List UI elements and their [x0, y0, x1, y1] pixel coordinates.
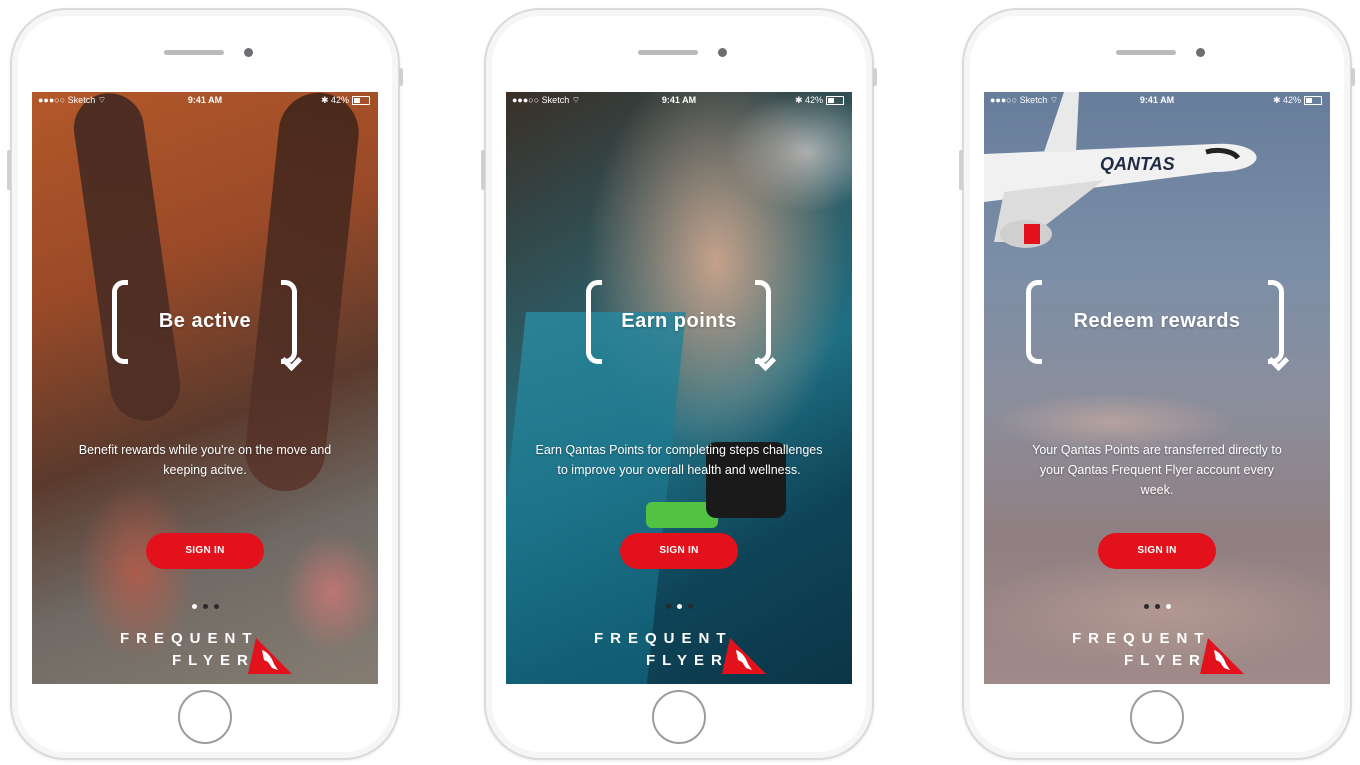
page-dot-3[interactable] — [213, 604, 219, 609]
phone-2-camera — [718, 48, 727, 57]
sign-in-button[interactable]: SIGN IN — [620, 533, 738, 569]
page-indicator[interactable] — [506, 596, 852, 614]
phone-1-volume-button — [7, 150, 11, 190]
phone-2-device: ●●●○○ Sketch ⌔ 9:41 AM ✱ 42% Earn points… — [481, 8, 877, 760]
logo-line-frequent: FREQUENT — [1072, 630, 1211, 647]
kangaroo-logo-icon — [722, 638, 766, 674]
page-dot-2[interactable] — [202, 604, 208, 609]
battery-icon — [826, 96, 844, 106]
battery-icon — [1304, 96, 1322, 106]
onboarding-description: Benefit rewards while you're on the move… — [78, 443, 332, 477]
page-dot-1[interactable] — [1143, 604, 1149, 609]
phone-2-speaker — [638, 50, 698, 55]
phone-2-volume-button — [481, 150, 485, 190]
logo-line-flyer: FLYER — [172, 652, 255, 669]
qantas-aircraft-image: QANTAS — [984, 92, 1257, 248]
page-indicator[interactable] — [32, 596, 378, 614]
phone-1-camera — [244, 48, 253, 57]
page-dot-1[interactable] — [665, 604, 671, 609]
phone-3-camera — [1196, 48, 1205, 57]
onboarding-headline: Redeem rewards — [1073, 310, 1241, 332]
phone-3-volume-button — [959, 150, 963, 190]
frequent-flyer-logo: FREQUENT FLYER — [1072, 630, 1244, 674]
phone-1-speaker — [164, 50, 224, 55]
frequent-flyer-logo: FREQUENT FLYER — [594, 630, 766, 674]
onboarding-headline: Earn points — [621, 310, 737, 332]
phone-2-power-button — [873, 68, 877, 86]
aircraft-livery-text: QANTAS — [1100, 154, 1175, 174]
phone-1-device: ●●●○○ Sketch ⌔ 9:41 AM ✱ 42% Be active B… — [7, 8, 403, 760]
sign-in-button[interactable]: SIGN IN — [1098, 533, 1216, 569]
phone-3-screen: QANTAS ●●●○○ Sketch ⌔ 9:41 AM ✱ 42% Rede… — [984, 92, 1330, 684]
logo-line-frequent: FREQUENT — [120, 630, 259, 647]
logo-line-flyer: FLYER — [646, 652, 729, 669]
battery-status: ✱ 42% — [795, 95, 844, 106]
battery-percent: ✱ 42% — [1272, 95, 1301, 105]
logo-line-frequent: FREQUENT — [594, 630, 733, 647]
battery-percent: ✱ 42% — [320, 95, 349, 105]
onboarding-description: Your Qantas Points are transferred direc… — [1032, 443, 1282, 497]
battery-status: ✱ 42% — [321, 95, 370, 106]
status-bar: ●●●○○ Sketch ⌔ 9:41 AM ✱ 42% — [32, 95, 378, 109]
phone-2-screen: ●●●○○ Sketch ⌔ 9:41 AM ✱ 42% Earn points… — [506, 92, 852, 684]
kangaroo-logo-icon — [248, 638, 292, 674]
battery-percent: ✱ 42% — [794, 95, 823, 105]
battery-status: ✱ 42% — [1273, 95, 1322, 106]
onboarding-headline: Be active — [158, 310, 252, 332]
page-dot-3[interactable] — [1165, 604, 1171, 609]
status-bar: ●●●○○ Sketch ⌔ 9:41 AM ✱ 42% — [506, 95, 852, 109]
page-dot-2[interactable] — [676, 604, 682, 609]
logo-line-flyer: FLYER — [1124, 652, 1207, 669]
phone-1-home-button[interactable] — [178, 690, 232, 744]
page-indicator[interactable] — [984, 596, 1330, 614]
page-dot-3[interactable] — [687, 604, 693, 609]
page-dot-2[interactable] — [1154, 604, 1160, 609]
onboarding-description: Earn Qantas Points for completing steps … — [535, 443, 823, 477]
status-bar: ●●●○○ Sketch ⌔ 9:41 AM ✱ 42% — [984, 95, 1330, 109]
phone-3-home-button[interactable] — [1130, 690, 1184, 744]
sign-in-button[interactable]: SIGN IN — [146, 533, 264, 569]
phone-1-power-button — [399, 68, 403, 86]
phone-1-screen: ●●●○○ Sketch ⌔ 9:41 AM ✱ 42% Be active B… — [32, 92, 378, 684]
kangaroo-logo-icon — [1200, 638, 1244, 674]
frequent-flyer-logo: FREQUENT FLYER — [120, 630, 292, 674]
phone-3-power-button — [1351, 68, 1355, 86]
page-dot-1[interactable] — [191, 604, 197, 609]
phone-3-speaker — [1116, 50, 1176, 55]
battery-icon — [352, 96, 370, 106]
phone-2-home-button[interactable] — [652, 690, 706, 744]
phone-3-device: QANTAS ●●●○○ Sketch ⌔ 9:41 AM ✱ 42% Rede… — [959, 8, 1355, 760]
